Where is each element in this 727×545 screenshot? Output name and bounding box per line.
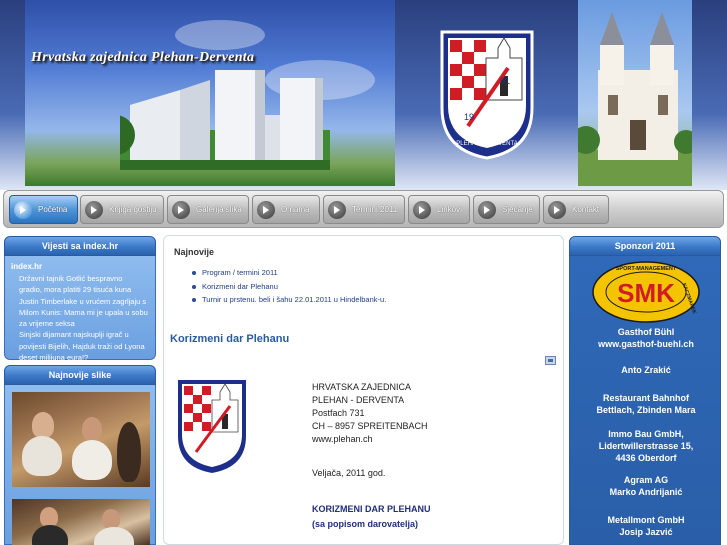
arrow-icon — [413, 200, 431, 219]
latest-list: Program / termini 2011 Korizmeni dar Ple… — [192, 266, 386, 307]
nav-label: Galerija slika — [196, 205, 242, 214]
article-crest-icon — [176, 378, 248, 476]
latest-link[interactable]: Turnir u prstenu. beli i šahu 22.01.2011… — [192, 293, 386, 307]
sponsor-line: www.gasthof-buehl.ch — [598, 339, 694, 349]
arrow-icon — [478, 200, 496, 219]
gallery-photo[interactable] — [12, 499, 150, 545]
nav-label: Linkovi — [437, 205, 462, 214]
arrow-icon — [257, 200, 275, 219]
nav-label: Početna — [38, 205, 68, 214]
crest-year-left: 19 — [464, 112, 474, 122]
sponsor-line: Immo Bau GmbH, — [608, 429, 684, 439]
modern-church-image — [120, 70, 330, 170]
news-item[interactable]: gradio, mora platiti 29 tisuća kuna — [11, 284, 149, 295]
old-church-image — [578, 12, 692, 186]
photos-panel — [4, 385, 156, 545]
sponsor-line: Anto Zrakić — [621, 365, 671, 375]
arrow-icon — [328, 200, 346, 219]
plehan-derventa-crest-icon: 19 91 PLEHAN - DERVENTA — [440, 30, 534, 160]
sponsor-entry[interactable]: Gasthof Bühl www.gasthof-buehl.ch — [570, 326, 722, 350]
news-item[interactable]: Milom Kunis: Mama mi je upala u sobu — [11, 307, 149, 318]
address-line: PLEHAN - DERVENTA — [312, 395, 405, 405]
sponsor-entry[interactable]: Immo Bau GmbH, Lidertwillerstrasse 15, 4… — [570, 428, 722, 464]
news-item[interactable]: Državni tajnik Gotlić bespravno — [11, 273, 149, 284]
nav-label: O nama — [281, 205, 310, 214]
sponsor-entry[interactable]: Metallmont GmbH Josip Jazvić — [570, 514, 722, 538]
news-source: index.hr — [11, 262, 43, 271]
sponsor-line: Lidertwillerstrasse 15, — [598, 441, 694, 451]
address-line: Postfach 731 — [312, 408, 365, 418]
article-heading: KORIZMENI DAR PLEHANU (sa popisom darova… — [312, 502, 431, 532]
smk-logo[interactable]: SMK SPORT-MANAGEMENT KACZMAREK — [592, 261, 700, 323]
sponsor-line: Bettlach, Zbinden Mara — [596, 405, 696, 415]
article-heading-2: (sa popisom darovatelja) — [312, 519, 419, 529]
address-line: CH – 8957 SPREITENBACH — [312, 421, 428, 431]
arrow-icon — [85, 200, 103, 219]
nav-item-o-nama[interactable]: O nama — [252, 195, 320, 224]
arrow-icon — [14, 200, 32, 219]
sponsor-line: 4436 Oberdorf — [615, 453, 677, 463]
latest-link[interactable]: Program / termini 2011 — [192, 266, 386, 280]
site-header: Hrvatska zajednica Plehan-Derventa 19 91… — [0, 0, 727, 190]
nav-item-knjiga-gostiju[interactable]: Knjiga gostiju — [80, 195, 164, 224]
arrow-icon — [548, 200, 566, 219]
sponsors-panel: SMK SPORT-MANAGEMENT KACZMAREK Gasthof B… — [569, 256, 721, 545]
crest-year-right: 91 — [500, 76, 510, 86]
smk-logo-text: SMK — [617, 278, 675, 308]
sponsors-panel-title: Sponzori 2011 — [569, 236, 721, 256]
address-block: HRVATSKA ZAJEDNICA PLEHAN - DERVENTA Pos… — [312, 381, 428, 446]
sponsor-line: Metallmont GmbH — [607, 515, 685, 525]
sponsor-entry[interactable]: Restaurant Bahnhof Bettlach, Zbinden Mar… — [570, 392, 722, 416]
nav-label: Termini 2011 — [352, 205, 398, 214]
latest-link[interactable]: Korizmeni dar Plehanu — [192, 280, 386, 294]
address-line: www.plehan.ch — [312, 434, 373, 444]
header-photo-old-church — [578, 0, 692, 186]
print-icon[interactable] — [545, 356, 556, 365]
news-item[interactable]: deset milijuna eura!? — [11, 352, 149, 363]
article-title[interactable]: Korizmeni dar Plehanu — [170, 333, 289, 345]
smk-logo-ring-top: SPORT-MANAGEMENT — [616, 266, 677, 272]
news-item[interactable]: za vrijeme seksa — [11, 318, 149, 329]
nav-item-pocetna[interactable]: Početna — [9, 195, 78, 224]
nav-item-linkovi[interactable]: Linkovi — [408, 195, 470, 224]
nav-label: Sjećanje — [502, 205, 533, 214]
header-photo-modern-church: Hrvatska zajednica Plehan-Derventa — [25, 0, 395, 186]
sponsor-line: Agram AG — [623, 475, 669, 485]
crest-text: PLEHAN - DERVENTA — [456, 141, 517, 147]
nav-item-kontakt[interactable]: Kontakt — [543, 195, 609, 224]
latest-title: Najnovije — [174, 247, 215, 257]
nav-label: Knjiga gostiju — [109, 205, 157, 214]
sponsor-line: Restaurant Bahnhof — [602, 393, 689, 403]
main-content: Najnovije Program / termini 2011 Korizme… — [163, 235, 564, 545]
photos-panel-title: Najnovije slike — [4, 365, 156, 385]
sponsor-entry[interactable]: Anto Zrakić — [570, 364, 722, 376]
nav-label: Kontakt — [572, 205, 600, 214]
arrow-icon — [172, 200, 190, 219]
sponsor-line: Josip Jazvić — [619, 527, 673, 537]
sponsor-entry[interactable]: Agram AG Marko Andrijanić — [570, 474, 722, 498]
nav-item-sjecanje[interactable]: Sjećanje — [473, 195, 540, 224]
news-item[interactable]: Sinjski dijamant najskuplji igrač u — [11, 329, 149, 340]
nav-item-termini-2011[interactable]: Termini 2011 — [323, 195, 405, 224]
article-date: Veljača, 2011 god. — [312, 468, 386, 478]
article-heading-1: KORIZMENI DAR PLEHANU — [312, 504, 431, 514]
site-title: Hrvatska zajednica Plehan-Derventa — [31, 50, 255, 65]
gallery-photo[interactable] — [12, 392, 150, 487]
news-panel: index.hr Državni tajnik Gotlić bespravno… — [4, 256, 156, 363]
sponsor-line: Marko Andrijanić — [609, 487, 683, 497]
news-panel-title: Vijesti sa index.hr — [4, 236, 156, 256]
address-line: HRVATSKA ZAJEDNICA — [312, 382, 412, 392]
sponsor-line: Gasthof Bühl — [617, 327, 675, 337]
main-navigation: Početna Knjiga gostiju Galerija slika O … — [3, 190, 724, 228]
news-item[interactable]: Justin Timberlake u vrućem zagrljaju s — [11, 296, 149, 307]
nav-item-galerija-slika[interactable]: Galerija slika — [167, 195, 249, 224]
news-item[interactable]: povijesti Bijelih, Hajduk traži od Lyona — [11, 341, 149, 352]
